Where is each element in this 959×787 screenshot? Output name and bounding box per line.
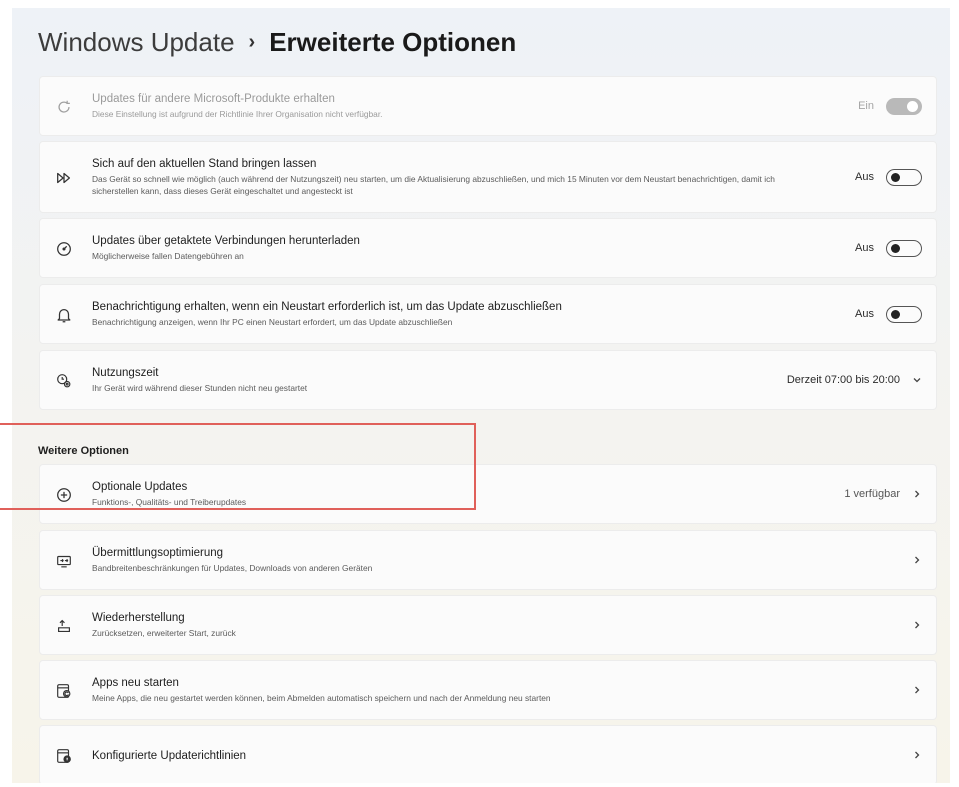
setting-title: Benachrichtigung erhalten, wenn ein Neus… (92, 301, 562, 313)
delivery-icon (54, 551, 74, 571)
setting-metered-connections[interactable]: Updates über getaktete Verbindungen heru… (39, 218, 937, 278)
toggle-switch (886, 97, 922, 115)
setting-title: Nutzungszeit (92, 367, 159, 379)
setting-description: Das Gerät so schnell wie möglich (auch w… (92, 174, 775, 196)
option-description: Zurücksetzen, erweiterter Start, zurück (92, 628, 236, 638)
fast-forward-icon (54, 168, 74, 188)
toggle-switch[interactable] (886, 305, 922, 323)
bell-icon (54, 305, 74, 325)
toggle-state-label: Aus (855, 242, 874, 254)
setting-other-products: Updates für andere Microsoft-Produkte er… (39, 76, 937, 136)
setting-title: Updates über getaktete Verbindungen heru… (92, 235, 360, 247)
toggle-switch[interactable] (886, 239, 922, 257)
breadcrumb-current: Erweiterte Optionen (269, 27, 517, 57)
refresh-icon (54, 97, 74, 117)
setting-description: Möglicherweise fallen Datengebühren an (92, 251, 244, 261)
setting-description: Diese Einstellung ist aufgrund der Richt… (92, 109, 383, 119)
option-title: Konfigurierte Updaterichtlinien (92, 750, 247, 762)
option-title: Wiederherstellung (92, 612, 185, 624)
setting-description: Benachrichtigung anzeigen, wenn Ihr PC e… (92, 317, 453, 327)
highlight-annotation-box (0, 423, 476, 510)
setting-description: Ihr Gerät wird während dieser Stunden ni… (92, 383, 308, 393)
setting-get-up-to-date[interactable]: Sich auf den aktuellen Stand bringen las… (39, 141, 937, 213)
option-title: Übermittlungsoptimierung (92, 547, 224, 559)
policy-icon (54, 746, 74, 766)
option-description: Bandbreitenbeschränkungen für Updates, D… (92, 563, 373, 573)
option-configured-policies[interactable]: Konfigurierte Updaterichtlinien (39, 725, 937, 783)
recovery-icon (54, 616, 74, 636)
gauge-icon (54, 239, 74, 259)
setting-title: Sich auf den aktuellen Stand bringen las… (92, 158, 317, 170)
toggle-state-label: Aus (855, 308, 874, 320)
chevron-right-icon (912, 685, 922, 695)
available-count: 1 verfügbar (844, 488, 900, 500)
settings-window: Windows Update › Erweiterte Optionen Upd… (12, 8, 950, 783)
option-title: Apps neu starten (92, 677, 179, 689)
setting-title: Updates für andere Microsoft-Produkte er… (92, 93, 335, 105)
breadcrumb-windows-update[interactable]: Windows Update (38, 27, 235, 58)
toggle-state-label: Ein (858, 100, 874, 112)
option-description: Meine Apps, die neu gestartet werden kön… (92, 693, 551, 703)
app-restart-icon (54, 681, 74, 701)
chevron-down-icon[interactable] (912, 375, 922, 385)
chevron-right-icon (912, 555, 922, 565)
option-delivery-optimization[interactable]: Übermittlungsoptimierung Bandbreitenbesc… (39, 530, 937, 590)
chevron-right-icon (912, 750, 922, 760)
setting-active-hours[interactable]: Nutzungszeit Ihr Gerät wird während dies… (39, 350, 937, 410)
option-restart-apps[interactable]: Apps neu starten Meine Apps, die neu ges… (39, 660, 937, 720)
option-recovery[interactable]: Wiederherstellung Zurücksetzen, erweiter… (39, 595, 937, 655)
chevron-right-icon (912, 620, 922, 630)
toggle-state-label: Aus (855, 171, 874, 183)
clock-gear-icon (54, 371, 74, 391)
chevron-right-icon (912, 489, 922, 499)
breadcrumb-separator: › (248, 31, 256, 53)
page-title: Windows Update › Erweiterte Optionen (38, 27, 516, 58)
setting-restart-notification[interactable]: Benachrichtigung erhalten, wenn ein Neus… (39, 284, 937, 344)
active-hours-value: Derzeit 07:00 bis 20:00 (786, 374, 900, 386)
toggle-switch[interactable] (886, 168, 922, 186)
